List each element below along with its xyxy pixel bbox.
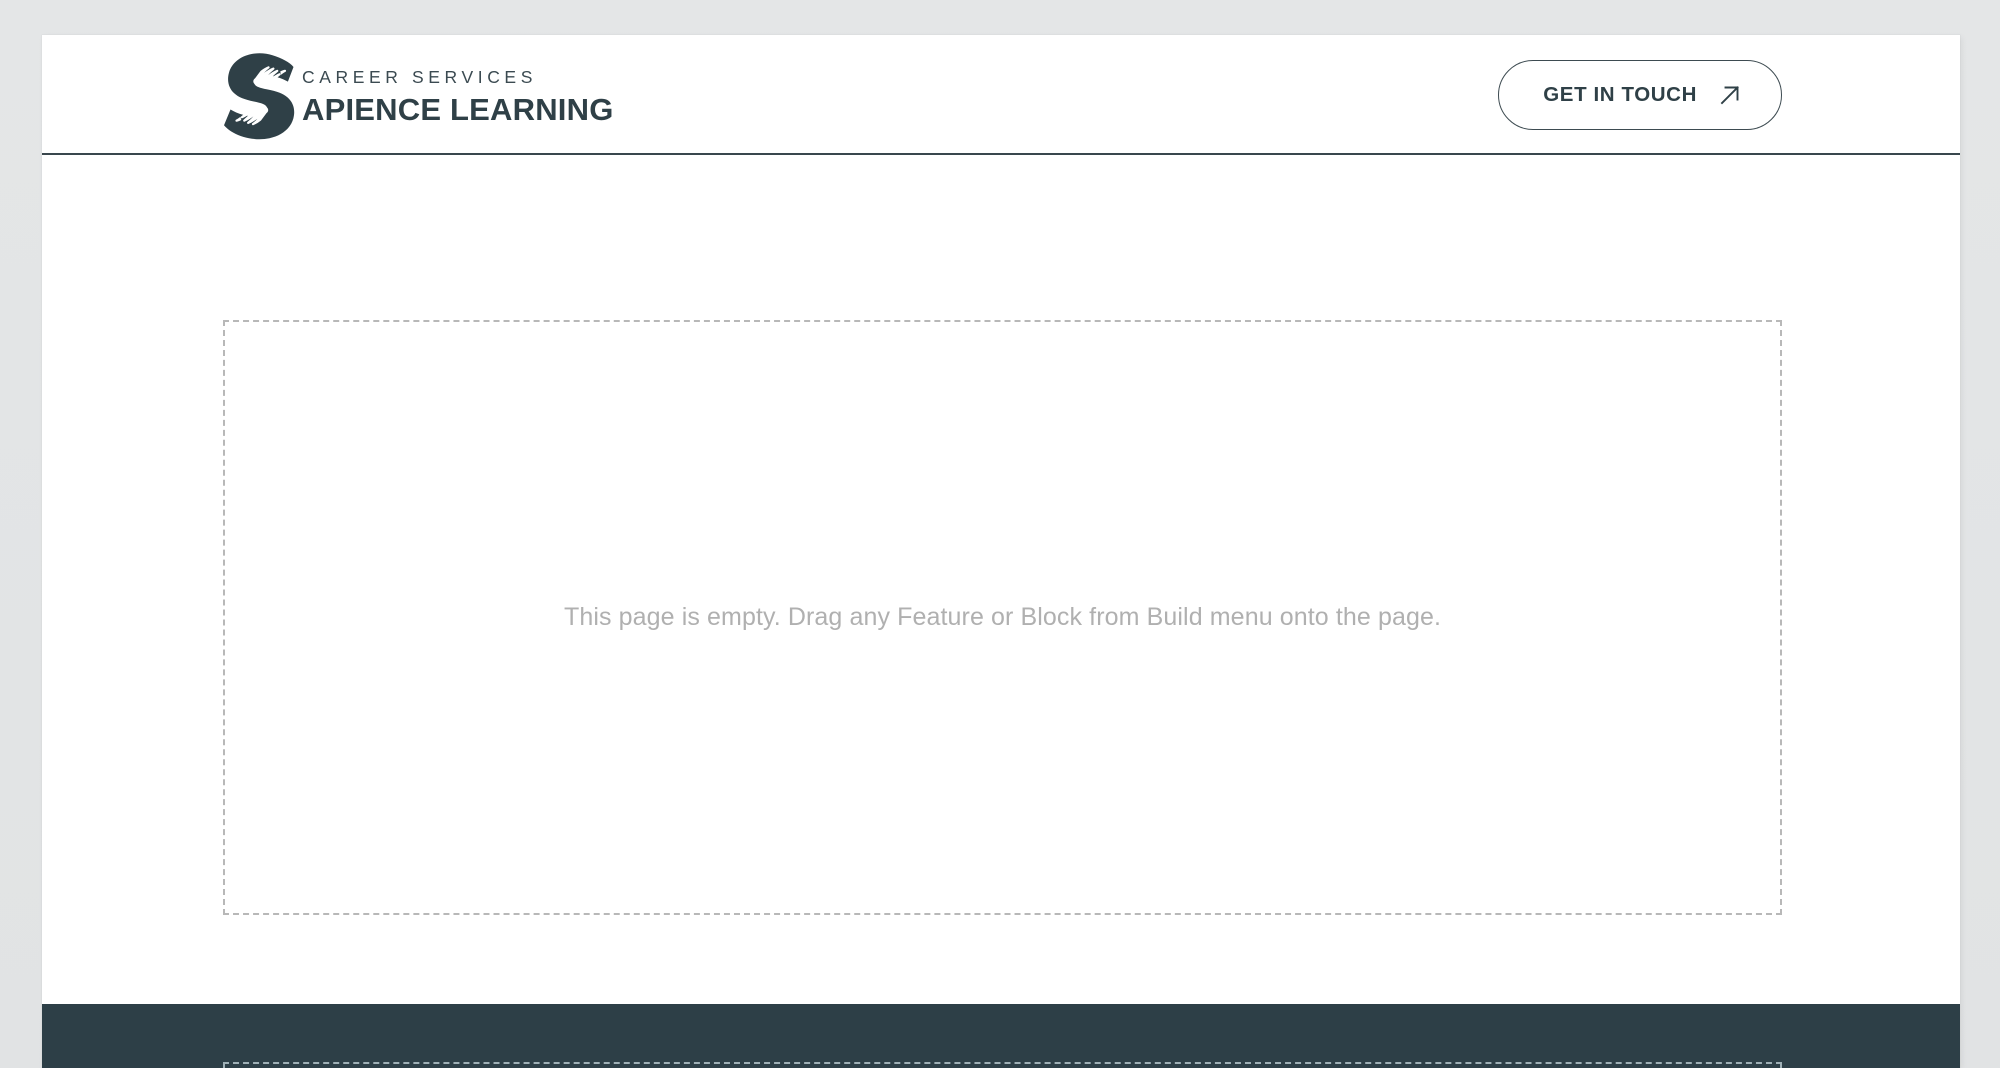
site-footer[interactable]: SPACE <box>42 1004 1960 1068</box>
sapience-s-hands-logo-icon <box>224 52 295 139</box>
site-body[interactable]: This page is empty. Drag any Feature or … <box>42 155 1960 1004</box>
empty-page-message: This page is empty. Drag any Feature or … <box>563 603 1442 631</box>
logo-kicker: CAREER SERVICES <box>302 67 537 88</box>
editor-canvas: CAREER SERVICES APIENCE LEARNING GET IN … <box>0 0 2000 1068</box>
logo-wordmark: CAREER SERVICES APIENCE LEARNING <box>302 66 614 125</box>
get-in-touch-button[interactable]: GET IN TOUCH <box>1498 60 1782 130</box>
arrow-up-right-icon <box>1720 86 1739 105</box>
page-dropzone[interactable]: This page is empty. Drag any Feature or … <box>223 320 1782 915</box>
footer-space-block[interactable]: SPACE <box>223 1062 1782 1068</box>
site-logo[interactable]: CAREER SERVICES APIENCE LEARNING <box>224 43 614 148</box>
logo-name: APIENCE LEARNING <box>302 91 614 127</box>
site-header[interactable]: CAREER SERVICES APIENCE LEARNING GET IN … <box>42 35 1960 155</box>
get-in-touch-label: GET IN TOUCH <box>1543 83 1697 106</box>
site-page[interactable]: CAREER SERVICES APIENCE LEARNING GET IN … <box>42 35 1960 1068</box>
